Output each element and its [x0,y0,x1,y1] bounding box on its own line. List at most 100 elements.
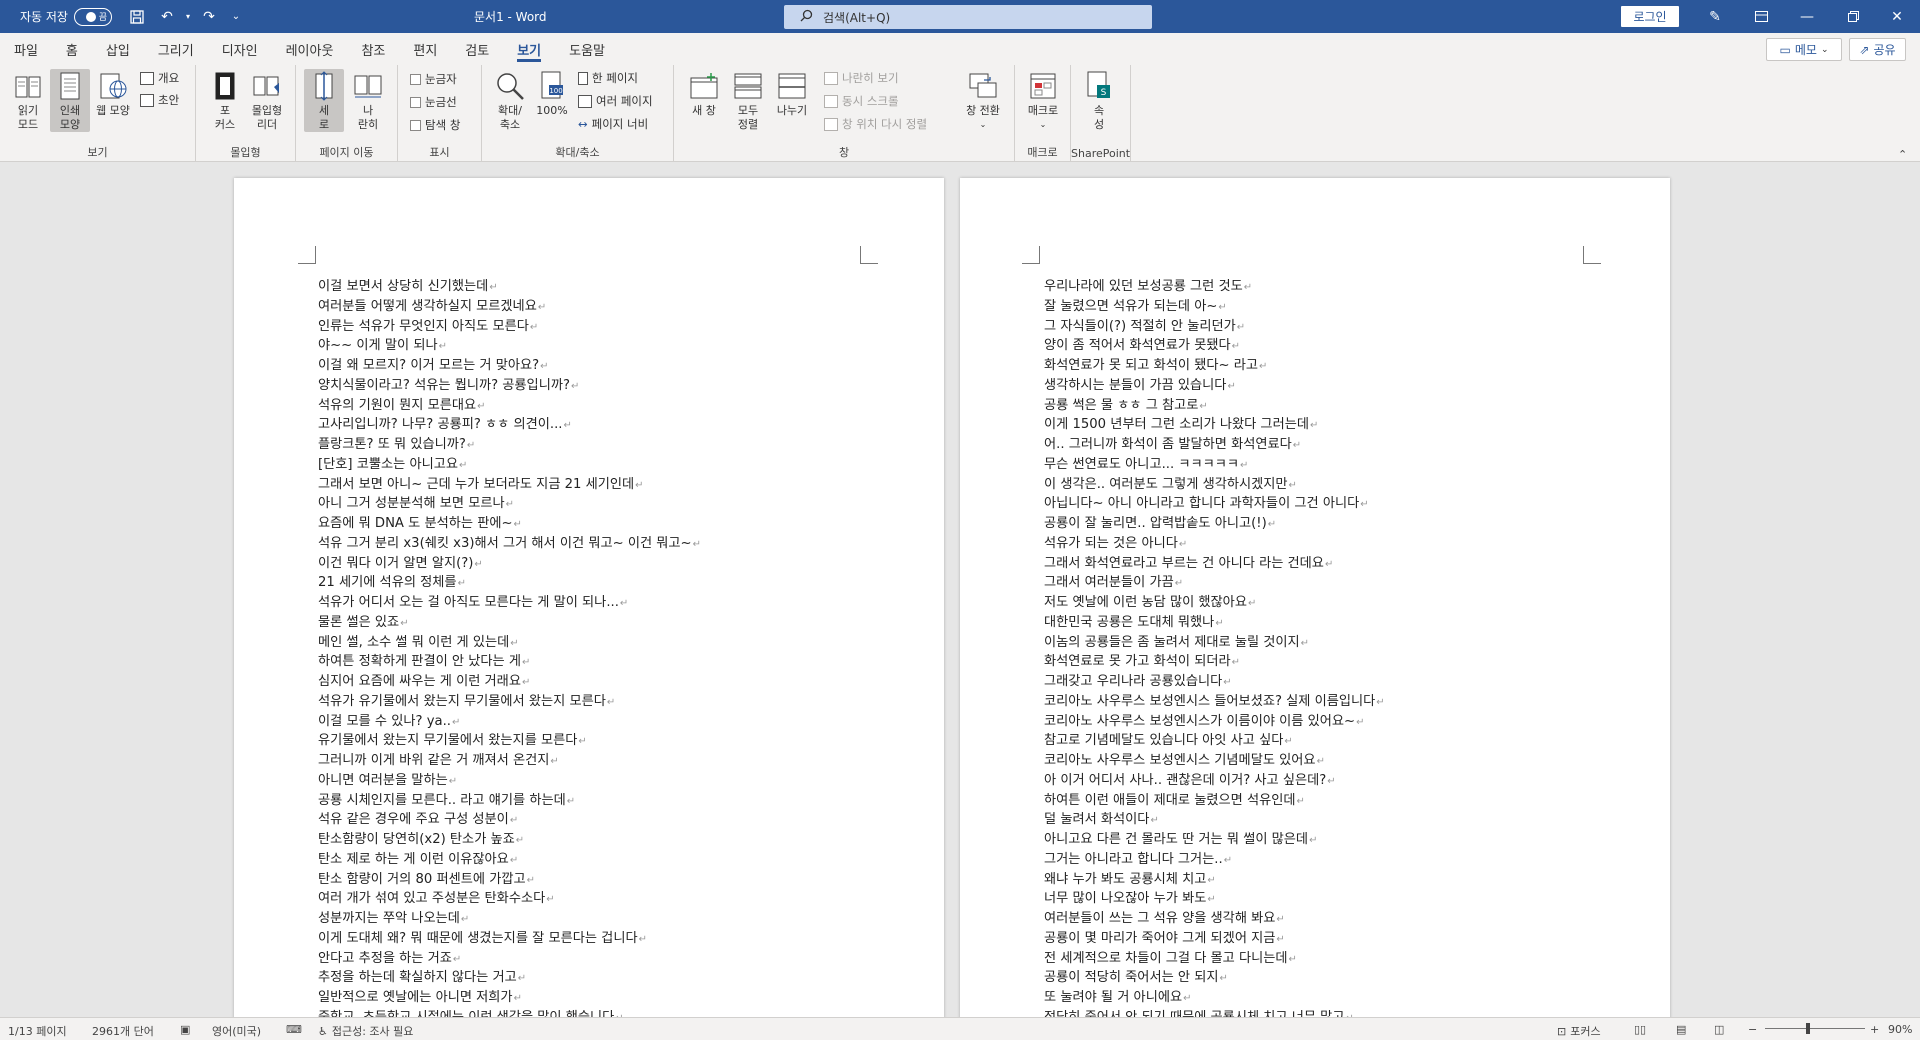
read-mode-button[interactable]: 읽기 모드 [8,69,48,132]
paragraph-line[interactable]: 너무 많이 나오잖아 누가 봐도 [1044,890,1435,910]
tab-file[interactable]: 파일 [0,33,52,65]
vertical-button[interactable]: 세 로 [304,69,344,132]
undo-dropdown-icon[interactable]: ▾ [182,0,194,33]
paragraph-line[interactable]: 석유가 유기물에서 왔는지 무기물에서 왔는지 모른다 [318,693,701,713]
arrange-all-button[interactable]: 모두 정렬 [728,69,768,132]
paragraph-line[interactable]: 석유 그거 분리 x3(쉐킷 x3)해서 그거 해서 이건 뭐고~ 이건 뭐고~ [318,535,701,555]
paragraph-line[interactable]: 공룡이 몇 마리가 죽어야 그게 되겠어 지금 [1044,930,1435,950]
paragraph-line[interactable]: 화석연료로 못 가고 화석이 되더라 [1044,653,1435,673]
reset-window-position-button[interactable]: 창 위치 다시 정렬 [824,115,927,133]
tab-help[interactable]: 도움말 [555,33,619,65]
paragraph-line[interactable]: 일반적으로 옛날에는 아니면 저희가 [318,989,701,1009]
paragraph-line[interactable]: 인류는 석유가 무엇인지 아직도 모른다 [318,318,701,338]
comments-button[interactable]: ▭ 메모 ⌄ [1766,38,1842,61]
paragraph-line[interactable]: 적당히 죽어서 안 되기 때문에 공룡시체 치고 너무 많고 [1044,1009,1435,1017]
zoom-100-button[interactable]: 100 100% [532,69,572,118]
paragraph-line[interactable]: 참고로 기념메달도 있습니다 아잇 사고 싶다 [1044,732,1435,752]
paragraph-line[interactable]: 공룡이 잘 눌리면.. 압력밥솥도 아니고(!) [1044,515,1435,535]
paragraph-line[interactable]: 화석연료가 못 되고 화석이 됐다~ 라고 [1044,357,1435,377]
paragraph-line[interactable]: 이놈의 공룡들은 좀 눌려서 제대로 눌릴 것이지 [1044,634,1435,654]
ruler-checkbox[interactable]: 눈금자 [410,70,457,88]
paragraph-line[interactable]: 하여튼 정확하게 판결이 안 났다는 게 [318,653,701,673]
paragraph-line[interactable]: 그래서 보면 아니~ 근데 누가 보더라도 지금 21 세기인데 [318,476,701,496]
paragraph-line[interactable]: 그러니까 이게 바위 같은 거 깨져서 온건지 [318,752,701,772]
paragraph-line[interactable]: 석유 같은 경우에 주요 구성 성분이 [318,811,701,831]
paragraph-line[interactable]: 아 이거 어디서 사나.. 괜찮은데 이거? 사고 싶은데? [1044,772,1435,792]
paragraph-line[interactable]: 양치식물이라고? 석유는 뭡니까? 공룡입니까? [318,377,701,397]
paragraph-line[interactable]: 성분까지는 쭈악 나오는데 [318,910,701,930]
paragraph-line[interactable]: 물론 썰은 있죠 [318,614,701,634]
macros-button[interactable]: 매크로 ⌄ [1021,69,1065,132]
tab-layout[interactable]: 레이아웃 [272,33,348,65]
page-1-text[interactable]: 이걸 보면서 상당히 신기했는데여러분들 어떻게 생각하실지 모르겠네요인류는 … [318,278,701,1017]
paragraph-line[interactable]: 유기물에서 왔는지 무기물에서 왔는지를 모른다 [318,732,701,752]
paragraph-line[interactable]: 여러 개가 섞여 있고 주성분은 탄화수소다 [318,890,701,910]
paragraph-line[interactable]: 코리아노 사우루스 보성엔시스 들어보셨죠? 실제 이름입니다 [1044,693,1435,713]
paragraph-line[interactable]: 이걸 모를 수 있나? ya.. [318,713,701,733]
paragraph-line[interactable]: 아니면 여러분을 말하는 [318,772,701,792]
paragraph-line[interactable]: 이건 뭐다 이거 알면 알지(?) [318,555,701,575]
paragraph-line[interactable]: 왜냐 누가 봐도 공룡시체 치고 [1044,871,1435,891]
paragraph-line[interactable]: 아니 그거 성분분석해 보면 모르나 [318,495,701,515]
restore-icon[interactable] [1830,0,1876,33]
tab-home[interactable]: 홈 [52,33,92,65]
focus-button[interactable]: 포 커스 [205,69,245,132]
ribbon-display-icon[interactable] [1738,0,1784,33]
paragraph-line[interactable]: 코리아노 사우루스 보성엔시스가 이름이야 이름 있어요~ [1044,713,1435,733]
save-icon[interactable] [122,0,152,33]
paragraph-line[interactable]: 석유가 되는 것은 아니다 [1044,535,1435,555]
language[interactable]: 영어(미국) [212,1023,261,1039]
paragraph-line[interactable]: 공룡 썩은 물 ㅎㅎ 그 참고로 [1044,397,1435,417]
tab-mailings[interactable]: 편지 [399,33,451,65]
paragraph-line[interactable]: 이걸 왜 모르지? 이거 모르는 거 맞아요? [318,357,701,377]
gridlines-checkbox[interactable]: 눈금선 [410,93,457,111]
paragraph-line[interactable]: 아니고요 다른 건 몰라도 딴 거는 뭐 썰이 많은데 [1044,831,1435,851]
zoom-slider-thumb[interactable] [1806,1023,1810,1034]
paragraph-line[interactable]: 탄소 함량이 거의 80 퍼센트에 가깝고 [318,871,701,891]
paragraph-line[interactable]: 생각하시는 분들이 가끔 있습니다 [1044,377,1435,397]
web-layout-view-icon[interactable]: ◫ [1714,1023,1724,1036]
paragraph-line[interactable]: 그래갖고 우리나라 공룡있습니다 [1044,673,1435,693]
autosave[interactable]: 자동 저장 끔 [20,7,112,26]
zoom-out-button[interactable]: − [1748,1023,1757,1036]
paragraph-line[interactable]: 그 자식들이(?) 적절히 안 눌리던가 [1044,318,1435,338]
tab-design[interactable]: 디자인 [208,33,272,65]
paragraph-line[interactable]: 또 눌려야 될 거 아니에요 [1044,989,1435,1009]
paragraph-line[interactable]: 덜 눌려서 화석이다 [1044,811,1435,831]
paragraph-line[interactable]: 석유의 기원이 뭔지 모른대요 [318,397,701,417]
page-width-button[interactable]: ↔ 페이지 너비 [578,115,648,133]
close-icon[interactable]: ✕ [1874,0,1920,33]
multiple-pages-button[interactable]: 여러 페이지 [578,92,653,110]
tab-references[interactable]: 참조 [347,33,399,65]
paragraph-line[interactable]: 심지어 요즘에 싸우는 게 이런 거래요 [318,673,701,693]
nav-pane-checkbox[interactable]: 탐색 창 [410,116,460,134]
paragraph-line[interactable]: [단호] 코뿔소는 아니고요 [318,456,701,476]
paragraph-line[interactable]: 이 생각은.. 여러분도 그렇게 생각하시겠지만 [1044,476,1435,496]
paragraph-line[interactable]: 그거는 아니라고 합니다 그거는.. [1044,851,1435,871]
paragraph-line[interactable]: 여러분들 어떻게 생각하실지 모르겠네요 [318,298,701,318]
document-canvas[interactable]: 이걸 보면서 상당히 신기했는데여러분들 어떻게 생각하실지 모르겠네요인류는 … [0,162,1920,1017]
page-2[interactable]: 우리나라에 있던 보성공룡 그런 것도잘 눌렸으면 석유가 되는데 아~그 자식… [960,178,1670,1017]
share-button[interactable]: ⇗ 공유 [1849,38,1906,61]
split-button[interactable]: 나누기 [772,69,812,118]
one-page-button[interactable]: 한 페이지 [578,69,638,87]
proofing-icon[interactable]: ▣ [180,1023,190,1036]
new-window-button[interactable]: 새 창 [684,69,724,118]
search-box[interactable]: 검색(Alt+Q) [784,5,1152,29]
paragraph-line[interactable]: 이게 도대체 왜? 뭐 때문에 생겼는지를 잘 모른다는 겁니다 [318,930,701,950]
paragraph-line[interactable]: 그래서 화석연료라고 부르는 건 아니다 라는 건데요 [1044,555,1435,575]
focus-mode[interactable]: ⊡ 포커스 [1557,1023,1601,1039]
paragraph-line[interactable]: 탄소함량이 당연히(x2) 탄소가 높죠 [318,831,701,851]
paragraph-line[interactable]: 코리아노 사우루스 보성엔시스 기념메달도 있어요 [1044,752,1435,772]
zoom-button[interactable]: 확대/ 축소 [490,69,530,132]
zoom-level[interactable]: 90% [1888,1023,1912,1036]
paragraph-line[interactable]: 전 세계적으로 차들이 그걸 다 몰고 다니는데 [1044,950,1435,970]
autosave-toggle[interactable]: 끔 [73,7,112,26]
customize-toolbar-icon[interactable]: ⌄ [224,0,248,33]
collapse-ribbon-icon[interactable]: ⌃ [1898,148,1907,161]
paragraph-line[interactable]: 공룡 시체인지를 모른다.. 라고 얘기를 하는데 [318,792,701,812]
paragraph-line[interactable]: 중학교, 초등학교 시절에는 이런 생각을 많이 했습니다 [318,1009,701,1017]
draft-button[interactable]: 초안 [140,91,179,109]
immersive-reader-button[interactable]: 몰입형 리더 [247,69,287,132]
paragraph-line[interactable]: 우리나라에 있던 보성공룡 그런 것도 [1044,278,1435,298]
